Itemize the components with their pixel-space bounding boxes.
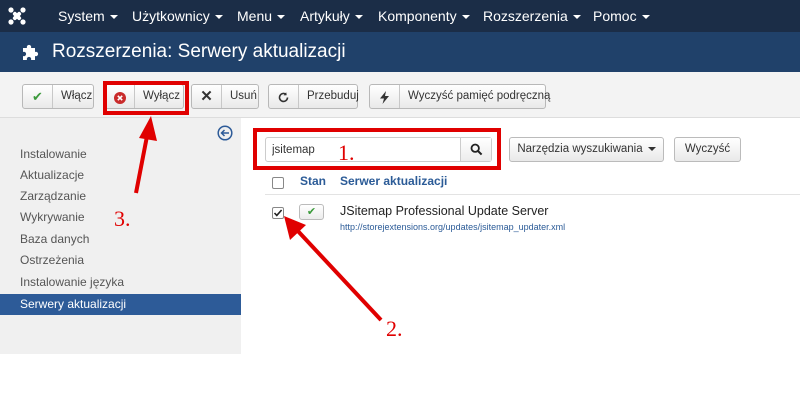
refresh-icon	[269, 85, 299, 108]
page-title: Rozszerzenia: Serwery aktualizacji	[52, 41, 346, 62]
clear-cache-button[interactable]: Wyczyść pamięć podręczną	[369, 84, 550, 109]
caret-down-icon	[647, 146, 656, 151]
caret-down-icon	[277, 15, 286, 20]
select-all-checkbox[interactable]	[272, 177, 284, 189]
x-icon: ✕	[192, 85, 222, 108]
caret-down-icon	[461, 15, 470, 20]
caret-down-icon	[214, 15, 223, 20]
server-url[interactable]: http://storejextensions.org/updates/jsit…	[340, 222, 565, 232]
annotation-label-2: 2.	[386, 316, 403, 341]
column-header-server[interactable]: Serwer aktualizacji	[340, 174, 447, 188]
sidebar-item-manage[interactable]: Zarządzanie	[0, 186, 241, 207]
puzzle-icon	[23, 44, 39, 60]
top-navbar: System Użytkownicy Menu Artykuły Kompone…	[0, 0, 800, 32]
sidebar-item-install[interactable]: Instalowanie	[0, 144, 241, 165]
caret-down-icon	[572, 15, 581, 20]
annotation-label-3: 3.	[114, 206, 131, 231]
annotation-box-disable	[103, 81, 189, 115]
server-name[interactable]: JSitemap Professional Update Server	[340, 204, 548, 218]
arrow-left-circle-icon[interactable]	[217, 125, 233, 141]
nav-item-articles[interactable]: Artykuły	[300, 0, 363, 32]
rebuild-button[interactable]: Przebuduj	[268, 84, 359, 109]
page-header: Rozszerzenia: Serwery aktualizacji	[0, 32, 800, 72]
sidebar-item-update-sites[interactable]: Serwery aktualizacji	[0, 294, 241, 315]
nav-item-menu[interactable]: Menu	[237, 0, 286, 32]
nav-item-extensions[interactable]: Rozszerzenia	[483, 0, 581, 32]
nav-item-components[interactable]: Komponenty	[378, 0, 470, 32]
state-toggle-button[interactable]: ✔	[299, 204, 324, 220]
clear-search-button[interactable]: Wyczyść	[674, 137, 741, 162]
check-icon: ✔	[23, 85, 53, 108]
delete-button[interactable]: ✕ Usuń	[191, 84, 259, 109]
sidebar: Instalowanie Aktualizacje Zarządzanie Wy…	[0, 118, 241, 354]
sidebar-item-languages[interactable]: Instalowanie języka	[0, 272, 241, 293]
caret-down-icon	[109, 15, 118, 20]
flash-icon	[370, 85, 400, 108]
annotation-box-search	[253, 128, 501, 170]
row-checkbox[interactable]	[272, 207, 284, 219]
annotation-label-1: 1.	[338, 140, 355, 165]
sidebar-item-warnings[interactable]: Ostrzeżenia	[0, 250, 241, 271]
page: System Użytkownicy Menu Artykuły Kompone…	[0, 0, 800, 406]
enable-button[interactable]: ✔ Włącz	[22, 84, 94, 109]
check-icon: ✔	[306, 206, 317, 218]
nav-item-help[interactable]: Pomoc	[593, 0, 650, 32]
nav-item-system[interactable]: System	[58, 0, 118, 32]
table-divider	[265, 194, 800, 195]
caret-down-icon	[641, 15, 650, 20]
checkmark-icon	[273, 209, 283, 217]
nav-item-users[interactable]: Użytkownicy	[132, 0, 223, 32]
joomla-logo-icon[interactable]	[6, 5, 28, 27]
search-tools-button[interactable]: Narzędzia wyszukiwania	[509, 137, 664, 162]
caret-down-icon	[354, 15, 363, 20]
column-header-state[interactable]: Stan	[300, 174, 326, 188]
sidebar-item-update[interactable]: Aktualizacje	[0, 165, 241, 186]
sidebar-item-database[interactable]: Baza danych	[0, 229, 241, 250]
